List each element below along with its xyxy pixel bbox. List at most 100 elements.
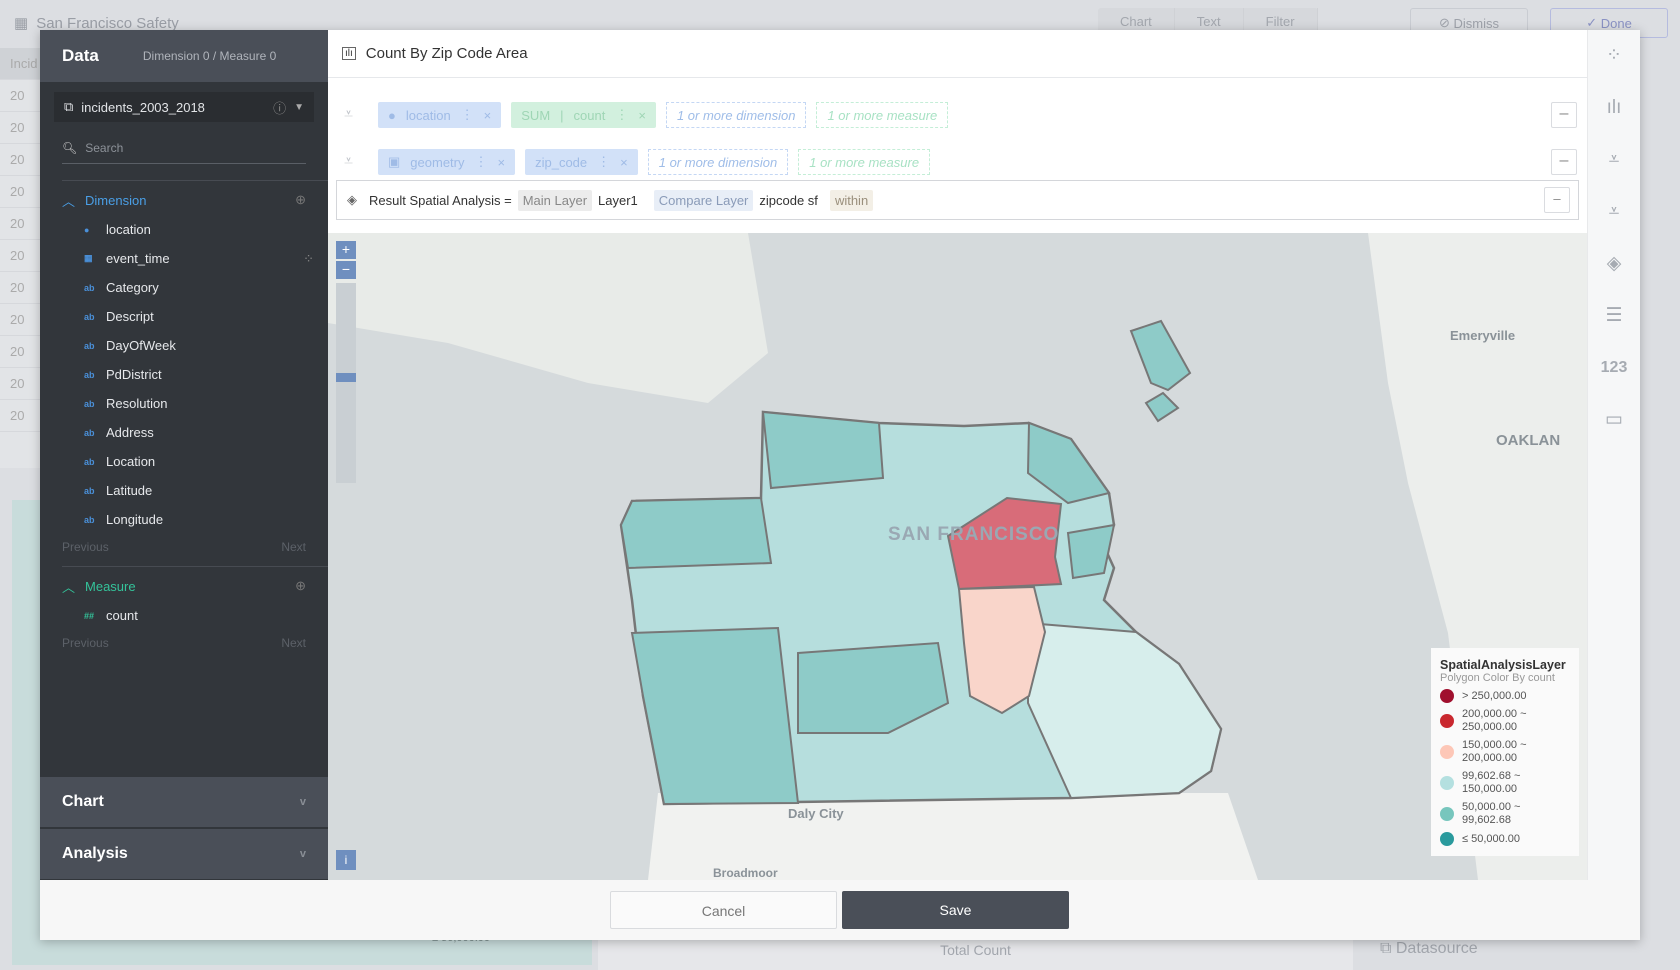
yerba-buena-island [1144, 391, 1180, 423]
chart-title[interactable]: Count By Zip Code Area [366, 45, 528, 62]
geometry-pill[interactable]: ▣ geometry ⋮ × [378, 149, 516, 175]
bg-row: 20 [0, 80, 42, 112]
dimension-item-address[interactable]: ab Address [40, 418, 328, 447]
datasource-icon: ⧉ [64, 99, 74, 114]
dimension-item-event_time[interactable]: ▦ event_time ⁘ [40, 244, 328, 273]
datasource-select[interactable]: ⧉ incidents_2003_2018 ⓘ ▼ [54, 92, 314, 122]
collapse-analysis-button[interactable]: – [1544, 187, 1570, 213]
list-icon[interactable]: ☰ [1588, 290, 1640, 342]
chevron-up-icon: ︿ [62, 193, 76, 209]
filter-icon[interactable]: ⁘ [1588, 30, 1640, 82]
remove-icon[interactable]: × [484, 108, 492, 123]
dimension-item-longitude[interactable]: ab Longitude [40, 505, 328, 534]
chart-section-toggle[interactable]: Chart v [40, 777, 328, 827]
legend-label: ≤ 50,000.00 [1462, 832, 1521, 845]
filter-icon[interactable]: ⁘ [303, 251, 314, 267]
layer-1-icon: ⩡ [344, 106, 354, 123]
zoom-slider-handle[interactable] [336, 373, 356, 382]
legend-label: 200,000.00 ~ 250,000.00 [1462, 708, 1527, 733]
measure-section-header[interactable]: ︿ Measure ⊕ [40, 571, 328, 601]
pill-menu-icon[interactable]: ⋮ [475, 154, 488, 170]
measure-dropzone[interactable]: 1 or more measure [816, 102, 949, 128]
dimension-label: Location [106, 454, 156, 469]
bg-row: 20 [0, 176, 42, 208]
dimension-item-latitude[interactable]: ab Latitude [40, 476, 328, 505]
data-panel: Data Dimension 0 / Measure 0 ⧉ incidents… [40, 30, 328, 880]
measure-item-count[interactable]: ## count [40, 601, 328, 630]
layers-icon[interactable]: ◈ [1588, 238, 1640, 290]
text-type-icon: ab [84, 427, 95, 438]
map-label-city: SAN FRANCISCO [888, 524, 1059, 545]
chart-editor-modal: Data Dimension 0 / Measure 0 ⧉ incidents… [40, 30, 1640, 940]
modal-footer: Cancel Save [40, 880, 1640, 940]
bg-row: 20 [0, 144, 42, 176]
district-richmond [619, 496, 773, 570]
text-type-icon: ab [84, 311, 95, 322]
zip-code-pill[interactable]: zip_code ⋮ × [525, 149, 638, 175]
remove-icon[interactable]: × [620, 155, 628, 170]
previous-button[interactable]: Previous [62, 636, 109, 650]
zoom-out-button[interactable]: − [336, 261, 356, 279]
dimension-item-pddistrict[interactable]: ab PdDistrict [40, 360, 328, 389]
map-info-button[interactable]: i [336, 850, 356, 870]
legend-label: > 250,000.00 [1462, 689, 1527, 702]
layer-2-icon: ⩡ [344, 153, 354, 170]
zoom-control: + − [336, 241, 358, 483]
zoom-in-button[interactable]: + [336, 241, 356, 259]
add-dimension-icon[interactable]: ⊕ [295, 192, 306, 208]
bg-row: 20 [0, 368, 42, 400]
spatial-analysis-bar: ◈ Result Spatial Analysis = Main Layer L… [336, 180, 1579, 220]
dimension-item-location[interactable]: ● location [40, 215, 328, 244]
collapse-layer2-button[interactable]: – [1551, 149, 1577, 175]
dimension-section-header[interactable]: ︿ Dimension ⊕ [40, 185, 328, 215]
map-canvas[interactable]: SAN FRANCISCO Emeryville OAKLAN Daly Cit… [328, 233, 1587, 880]
bar-chart-icon[interactable]: ılı [1588, 82, 1640, 134]
layer-1-icon[interactable]: ⩡ [1588, 134, 1640, 186]
chevron-down-icon[interactable]: ▼ [294, 102, 304, 113]
measure-dropzone[interactable]: 1 or more measure [798, 149, 931, 175]
chevron-down-icon: v [299, 848, 306, 860]
save-button[interactable]: Save [842, 891, 1069, 929]
datasource-name: incidents_2003_2018 [81, 99, 205, 115]
field-search[interactable]: 🔍︎ Search [62, 132, 306, 164]
location-pill[interactable]: ● location ⋮ × [378, 102, 502, 128]
zoom-slider[interactable] [336, 283, 356, 483]
text-type-icon: ab [84, 282, 95, 293]
dimension-item-descript[interactable]: ab Descript [40, 302, 328, 331]
number-format-icon[interactable]: 123 [1588, 342, 1640, 394]
remove-icon[interactable]: × [498, 155, 506, 170]
count-pill[interactable]: SUM | count ⋮ × [511, 102, 656, 128]
cancel-button[interactable]: Cancel [610, 891, 837, 929]
next-button[interactable]: Next [281, 636, 306, 650]
remove-icon[interactable]: × [638, 108, 646, 123]
dimension-item-resolution[interactable]: ab Resolution [40, 389, 328, 418]
dimension-dropzone[interactable]: 1 or more dimension [647, 149, 789, 175]
search-input[interactable]: Search [85, 141, 123, 155]
layer-2-icon[interactable]: ⩡ [1588, 186, 1640, 238]
pill-menu-icon[interactable]: ⋮ [597, 154, 610, 170]
operation-tag[interactable]: within [829, 189, 874, 211]
chart-type-sidebar: ⁘ ılı ⩡ ⩡ ◈ ☰ 123 ▭ [1587, 30, 1640, 880]
main-layer-value[interactable]: Layer1 [598, 193, 638, 208]
pill-menu-icon[interactable]: ⋮ [461, 107, 474, 123]
legend-label: 99,602.68 ~ 150,000.00 [1462, 770, 1521, 795]
info-icon[interactable]: ⓘ [273, 98, 286, 117]
next-button[interactable]: Next [281, 540, 306, 554]
dimension-dropzone[interactable]: 1 or more dimension [665, 102, 807, 128]
dimension-item-location[interactable]: ab Location [40, 447, 328, 476]
compare-layer-value[interactable]: zipcode sf [759, 193, 818, 208]
measure-icon: ## [84, 610, 95, 621]
comment-icon[interactable]: ▭ [1588, 394, 1640, 446]
previous-button[interactable]: Previous [62, 540, 109, 554]
dimension-label: event_time [106, 251, 170, 266]
dimension-item-category[interactable]: ab Category [40, 273, 328, 302]
analysis-section-toggle[interactable]: Analysis v [40, 829, 328, 879]
map-view[interactable]: SAN FRANCISCO Emeryville OAKLAN Daly Cit… [328, 233, 1587, 880]
collapse-layer1-button[interactable]: – [1551, 102, 1577, 128]
add-measure-icon[interactable]: ⊕ [295, 578, 306, 594]
pill-menu-icon[interactable]: ⋮ [615, 107, 628, 123]
dimension-item-dayofweek[interactable]: ab DayOfWeek [40, 331, 328, 360]
legend-swatch [1440, 714, 1454, 728]
chevron-down-icon: v [299, 796, 306, 808]
map-label-emeryville: Emeryville [1450, 328, 1515, 343]
